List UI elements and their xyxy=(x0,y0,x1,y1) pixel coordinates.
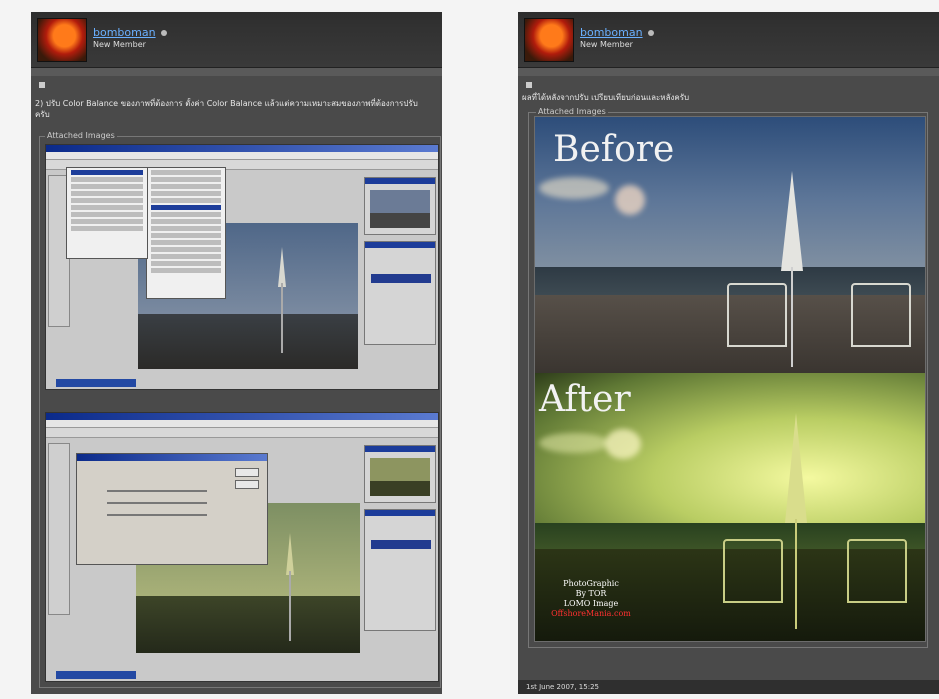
ok-button[interactable] xyxy=(235,468,259,477)
avatar[interactable] xyxy=(37,18,87,62)
window-titlebar xyxy=(46,413,438,420)
post-text: ผลที่ได้หลังจากปรับ เปรียบเทียบก่อนและหล… xyxy=(522,93,690,102)
right-post-panel: bomboman New Member ผลที่ได้หลังจากปรับ … xyxy=(518,12,939,694)
chair-right xyxy=(847,539,907,603)
post-header: bomboman New Member xyxy=(518,12,939,68)
post-text: 2) ปรับ Color Balance ของภาพที่ต้องการ ต… xyxy=(35,98,440,120)
options-bar xyxy=(46,428,438,438)
layers-palette xyxy=(364,241,436,345)
post-text-line-2: ครับ xyxy=(35,110,50,119)
user-rank: New Member xyxy=(93,40,146,49)
online-status-icon xyxy=(647,30,654,36)
navigator-palette xyxy=(364,177,436,235)
post-footer: 1st June 2007, 15:25 xyxy=(518,680,939,694)
taskbar-strip xyxy=(56,671,136,679)
photo-credit: PhotoGraphic By TOR LOMO Image OffshoreM… xyxy=(547,579,635,619)
credit-line: LOMO Image xyxy=(563,599,619,608)
taskbar-strip xyxy=(56,379,136,387)
image-menu[interactable] xyxy=(146,167,226,299)
toolbox xyxy=(48,443,70,615)
chair-left xyxy=(723,539,783,603)
online-status-icon xyxy=(160,30,167,36)
user-rank: New Member xyxy=(580,40,633,49)
before-photo: Before xyxy=(535,117,925,373)
menu-bar xyxy=(46,152,438,160)
credit-line: PhotoGraphic xyxy=(563,579,619,588)
post-subheader xyxy=(518,68,939,76)
attached-screenshot-1[interactable] xyxy=(45,144,439,390)
before-after-image[interactable]: Before After PhotoGraphic By TOR LOMO Im… xyxy=(534,116,926,642)
credit-line: By TOR xyxy=(575,589,607,598)
username-link[interactable]: bomboman xyxy=(93,26,167,39)
avatar[interactable] xyxy=(524,18,574,62)
color-balance-dialog[interactable] xyxy=(76,453,268,565)
attached-images-label: Attached Images xyxy=(536,107,608,116)
post-header: bomboman New Member xyxy=(31,12,442,68)
credit-line-watermark: OffshoreMania.com xyxy=(551,609,631,618)
username-link[interactable]: bomboman xyxy=(580,26,654,39)
before-label: Before xyxy=(553,129,675,170)
window-titlebar xyxy=(46,145,438,152)
attached-screenshot-2[interactable] xyxy=(45,412,439,682)
cancel-button[interactable] xyxy=(235,480,259,489)
chair-right xyxy=(851,283,911,347)
after-label: After xyxy=(539,379,631,420)
post-icon xyxy=(526,82,532,88)
post-subheader xyxy=(31,68,442,76)
post-date: 1st June 2007, 15:25 xyxy=(526,683,599,691)
menu-bar xyxy=(46,420,438,428)
post-icon xyxy=(39,82,45,88)
post-text-line-1: 2) ปรับ Color Balance ของภาพที่ต้องการ ต… xyxy=(35,99,418,108)
adjustments-submenu[interactable] xyxy=(66,167,148,259)
left-post-panel: bomboman New Member 2) ปรับ Color Balanc… xyxy=(31,12,442,694)
attached-images-label: Attached Images xyxy=(45,131,117,140)
chair-left xyxy=(727,283,787,347)
layers-palette xyxy=(364,509,436,631)
navigator-palette xyxy=(364,445,436,503)
